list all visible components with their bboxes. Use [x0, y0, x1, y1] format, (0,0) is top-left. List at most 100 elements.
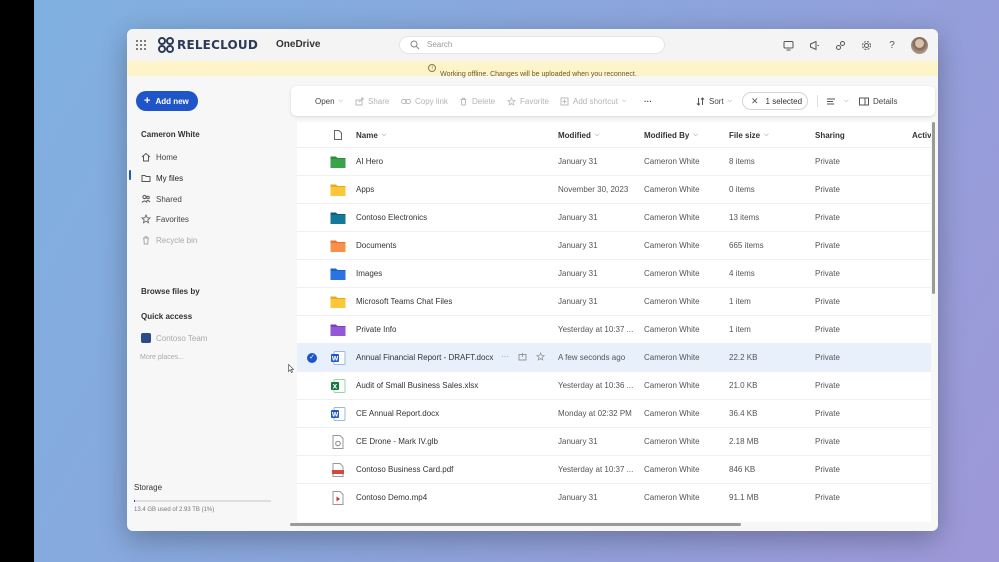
- column-header-modified[interactable]: Modified ⌵: [558, 131, 599, 140]
- view-options-button[interactable]: ⌵: [826, 94, 849, 108]
- chevron-down-icon: ⌵: [338, 97, 344, 104]
- quick-access-heading[interactable]: Quick access: [141, 312, 192, 321]
- chevron-down-icon: ⌵: [727, 97, 733, 104]
- table-row[interactable]: Apps November 30, 2023 Cameron White 0 item…: [297, 175, 931, 203]
- column-header-name[interactable]: Name ⌵: [356, 131, 386, 140]
- help-icon[interactable]: ?: [885, 38, 899, 52]
- table-row[interactable]: Images January 31 Cameron White 4 items Priv…: [297, 259, 931, 287]
- sidebar-item-shared[interactable]: Shared: [141, 192, 182, 206]
- modified-by: Cameron White: [644, 493, 700, 502]
- file-size: 665 items: [729, 241, 764, 250]
- file-name[interactable]: Contoso Business Card.pdf: [356, 465, 453, 474]
- file-name[interactable]: Contoso Demo.mp4: [356, 493, 427, 502]
- view-list-icon: [827, 98, 835, 104]
- table-row[interactable]: CE Drone - Mark IV.glb January 31 Cameron …: [297, 427, 931, 455]
- horizontal-scrollbar[interactable]: [290, 523, 741, 526]
- add-new-label: Add new: [155, 96, 189, 106]
- modified-by: Cameron White: [644, 437, 700, 446]
- browse-files-by-heading[interactable]: Browse files by: [141, 287, 200, 296]
- more-options-icon[interactable]: ···: [501, 352, 509, 361]
- file-name[interactable]: Private Info: [356, 325, 396, 334]
- vertical-scrollbar[interactable]: [932, 122, 935, 294]
- link-icon: [401, 98, 411, 104]
- column-label: Name: [356, 131, 378, 140]
- more-options-button[interactable]: ···: [644, 94, 652, 108]
- add-shortcut-label: Add shortcut: [573, 96, 618, 106]
- file-name[interactable]: Microsoft Teams Chat Files: [356, 297, 452, 306]
- table-row[interactable]: ✓ W Annual Financial Report - DRAFT.docx ··…: [297, 343, 931, 371]
- star-icon[interactable]: [536, 352, 545, 361]
- column-label: Modified By: [644, 131, 690, 140]
- add-new-button[interactable]: + Add new: [136, 91, 198, 111]
- open-button[interactable]: Open ⌵: [315, 94, 343, 108]
- app-name[interactable]: OneDrive: [276, 39, 320, 50]
- file-name[interactable]: Audit of Small Business Sales.xlsx: [356, 381, 478, 390]
- modified-date: January 31: [558, 493, 598, 502]
- modified-by: Cameron White: [644, 465, 700, 474]
- pdf-icon: [330, 463, 346, 477]
- quick-access-item-contoso-team[interactable]: Contoso Team: [141, 331, 207, 345]
- file-name[interactable]: CE Drone - Mark IV.glb: [356, 437, 438, 446]
- file-size: 13 items: [729, 213, 760, 222]
- file-name[interactable]: Documents: [356, 241, 396, 250]
- table-row[interactable]: Contoso Electronics January 31 Cameron Whi…: [297, 203, 931, 231]
- device-icon[interactable]: [781, 38, 795, 52]
- table-row[interactable]: Contoso Demo.mp4 January 31 Cameron White 9…: [297, 483, 931, 511]
- sidebar-item-home[interactable]: Home: [141, 150, 177, 164]
- file-name[interactable]: Annual Financial Report - DRAFT.docx: [356, 353, 493, 362]
- sidebar-item-favorites[interactable]: Favorites: [141, 212, 189, 226]
- excel-icon: X: [330, 379, 346, 393]
- toolbar-divider: [817, 95, 818, 107]
- table-row[interactable]: Documents January 31 Cameron White 665 item…: [297, 231, 931, 259]
- file-name[interactable]: Contoso Electronics: [356, 213, 427, 222]
- storage-heading[interactable]: Storage: [134, 483, 162, 492]
- table-row[interactable]: Microsoft Teams Chat Files January 31 Came…: [297, 287, 931, 315]
- add-shortcut-button[interactable]: Add shortcut ⌵: [560, 94, 626, 108]
- sidebar-item-recycle-bin[interactable]: Recycle bin: [141, 233, 197, 247]
- sidebar-item-label: Recycle bin: [156, 235, 198, 245]
- app-launcher-icon[interactable]: [136, 40, 146, 50]
- close-icon[interactable]: ✕: [751, 96, 759, 107]
- column-header-activity[interactable]: Activ: [912, 131, 931, 140]
- details-button[interactable]: Details: [859, 94, 897, 108]
- modified-by: Cameron White: [644, 409, 700, 418]
- delete-button[interactable]: Delete: [459, 94, 495, 108]
- share-icon[interactable]: [518, 352, 527, 361]
- file-name[interactable]: AI Hero: [356, 157, 383, 166]
- file-type-header-icon[interactable]: [334, 130, 342, 140]
- search-input[interactable]: Search: [399, 36, 665, 54]
- file-name[interactable]: Images: [356, 269, 382, 278]
- table-row[interactable]: W CE Annual Report.docx Monday at 02:32 PM…: [297, 399, 931, 427]
- more-places-link[interactable]: More places...: [140, 354, 184, 361]
- header-icons: ?: [781, 36, 928, 54]
- sort-button[interactable]: Sort ⌵: [696, 94, 732, 108]
- table-row[interactable]: Contoso Business Card.pdf Yesterday at 10…: [297, 455, 931, 483]
- table-row[interactable]: Private Info Yesterday at 10:37 ... Camero…: [297, 315, 931, 343]
- trash-icon: [143, 236, 149, 245]
- modified-date: January 31: [558, 297, 598, 306]
- file-name[interactable]: Apps: [356, 185, 374, 194]
- gear-icon[interactable]: [859, 38, 873, 52]
- column-header-modified-by[interactable]: Modified By ⌵: [644, 131, 698, 140]
- copy-link-button[interactable]: Copy link: [401, 94, 448, 108]
- column-header-file-size[interactable]: File size ⌵: [729, 131, 769, 140]
- modified-date: January 31: [558, 213, 598, 222]
- avatar[interactable]: [911, 36, 928, 54]
- favorite-button[interactable]: Favorite: [507, 94, 549, 108]
- sidebar-item-label: My files: [156, 173, 184, 183]
- selection-chip[interactable]: ✕ 1 selected: [742, 92, 808, 110]
- checkmark-icon[interactable]: ✓: [307, 353, 317, 363]
- file-size: 4 items: [729, 269, 755, 278]
- share-button[interactable]: Share: [355, 94, 389, 108]
- sidebar-item-my-files[interactable]: My files: [141, 171, 183, 185]
- diamond-icon[interactable]: [833, 38, 847, 52]
- file-name[interactable]: CE Annual Report.docx: [356, 409, 439, 418]
- modified-date: Yesterday at 10:37 ...: [558, 325, 634, 334]
- file-list: Name ⌵ Modified ⌵ Modified By ⌵ File size ⌵ …: [297, 122, 931, 522]
- column-header-sharing[interactable]: Sharing: [815, 131, 845, 140]
- storage-progress-bar: [134, 500, 271, 502]
- table-row[interactable]: X Audit of Small Business Sales.xlsx Yeste…: [297, 371, 931, 399]
- sharing-status: Private: [815, 269, 840, 278]
- megaphone-icon[interactable]: [807, 38, 821, 52]
- table-row[interactable]: AI Hero January 31 Cameron White 8 items Pri…: [297, 147, 931, 175]
